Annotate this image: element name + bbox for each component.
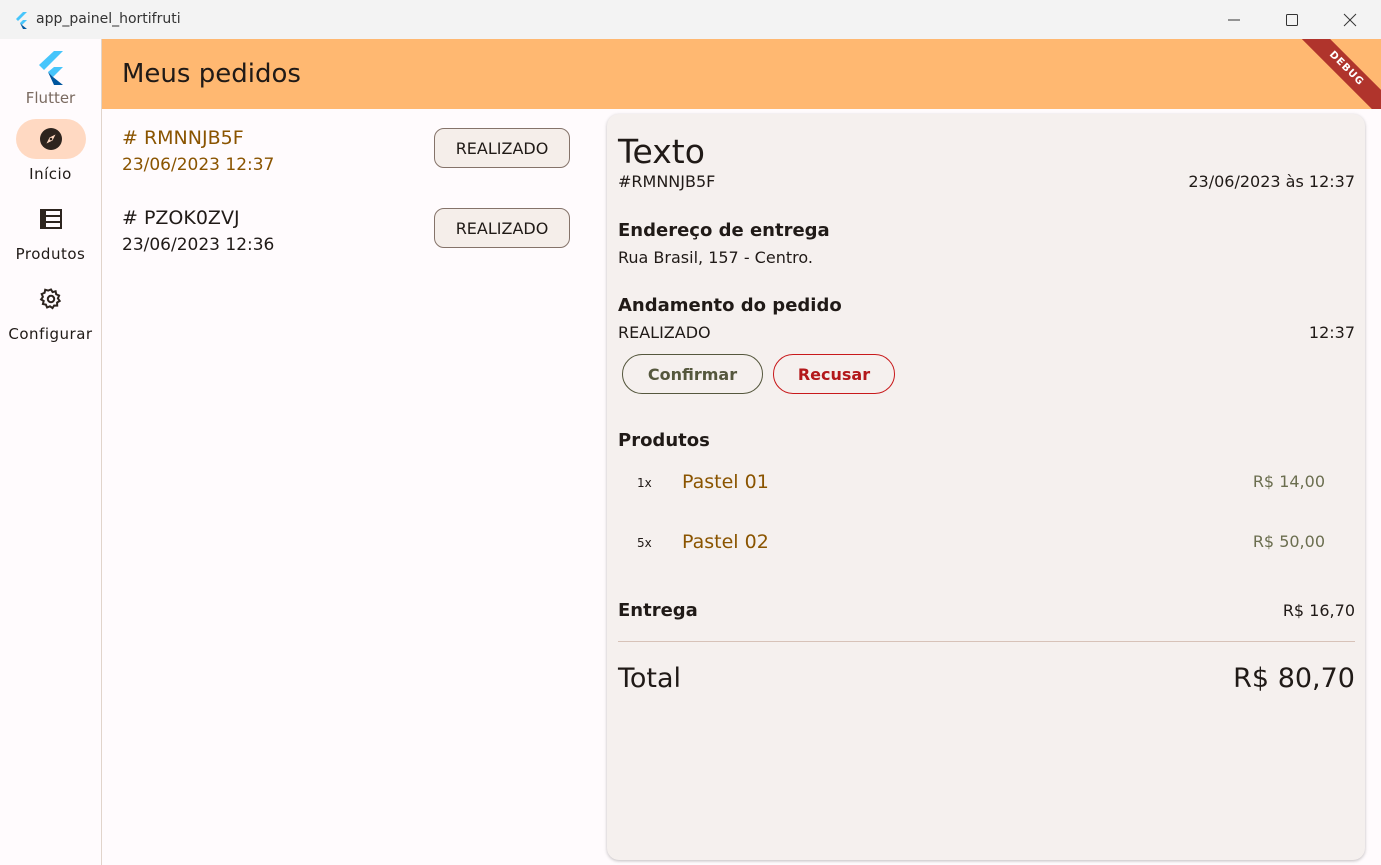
order-date: 23/06/2023 12:37 bbox=[122, 155, 275, 175]
rail-pill[interactable] bbox=[16, 119, 86, 159]
detail-order-code: #RMNNJB5F bbox=[618, 172, 716, 191]
delivery-value: R$ 16,70 bbox=[1282, 601, 1355, 620]
confirm-button[interactable]: Confirmar bbox=[622, 354, 763, 394]
app-bar: Meus pedidos DEBUG bbox=[102, 39, 1381, 109]
maximize-icon bbox=[1286, 13, 1298, 26]
detail-title: Texto bbox=[618, 132, 705, 171]
page-title: Meus pedidos bbox=[122, 59, 301, 89]
progress-time: 12:37 bbox=[1308, 323, 1355, 342]
order-list-item[interactable]: # PZOK0ZVJ 23/06/2023 12:36 REALIZADO bbox=[102, 189, 592, 267]
total-label: Total bbox=[618, 663, 682, 694]
gear-icon bbox=[39, 288, 62, 310]
rail-item-label: Produtos bbox=[15, 245, 86, 263]
product-qty: 1x bbox=[637, 476, 652, 490]
product-price: R$ 50,00 bbox=[1252, 532, 1325, 551]
total-value: R$ 80,70 bbox=[1233, 663, 1355, 694]
rail-pill[interactable] bbox=[16, 199, 86, 239]
navigation-rail: Flutter Início Produtos Configurar bbox=[0, 39, 102, 865]
products-heading: Produtos bbox=[618, 430, 710, 451]
product-name: Pastel 01 bbox=[682, 471, 769, 493]
product-row: 1x Pastel 01 R$ 14,00 bbox=[607, 466, 1365, 506]
address-heading: Endereço de entrega bbox=[618, 220, 830, 241]
product-price: R$ 14,00 bbox=[1252, 472, 1325, 491]
refuse-button[interactable]: Recusar bbox=[773, 354, 895, 394]
minimize-icon bbox=[1228, 19, 1240, 20]
rail-item-inicio[interactable]: Início bbox=[0, 119, 101, 195]
rail-item-produtos[interactable]: Produtos bbox=[0, 199, 101, 275]
product-name: Pastel 02 bbox=[682, 531, 769, 553]
delivery-address: Rua Brasil, 157 - Centro. bbox=[618, 248, 813, 267]
compass-icon bbox=[40, 128, 62, 150]
rail-item-configurar[interactable]: Configurar bbox=[0, 279, 101, 355]
close-button[interactable] bbox=[1327, 0, 1373, 39]
progress-heading: Andamento do pedido bbox=[618, 295, 842, 316]
delivery-label: Entrega bbox=[618, 600, 698, 621]
detail-datetime: 23/06/2023 às 12:37 bbox=[1188, 172, 1355, 191]
order-status-button[interactable]: REALIZADO bbox=[434, 208, 570, 248]
list-icon bbox=[40, 209, 62, 229]
order-detail-card: Texto #RMNNJB5F 23/06/2023 às 12:37 Ende… bbox=[607, 114, 1365, 860]
product-row: 5x Pastel 02 R$ 50,00 bbox=[607, 526, 1365, 566]
order-code: # PZOK0ZVJ bbox=[122, 207, 240, 229]
close-icon bbox=[1343, 13, 1357, 26]
rail-item-label: Configurar bbox=[8, 325, 93, 343]
debug-banner: DEBUG bbox=[1292, 39, 1381, 109]
product-qty: 5x bbox=[637, 536, 652, 550]
divider bbox=[618, 641, 1355, 642]
window-title: app_painel_hortifruti bbox=[36, 11, 181, 27]
rail-item-label: Início bbox=[29, 165, 72, 183]
order-status-button[interactable]: REALIZADO bbox=[434, 128, 570, 168]
maximize-button[interactable] bbox=[1269, 0, 1315, 39]
progress-status: REALIZADO bbox=[618, 323, 711, 342]
flutter-icon bbox=[16, 12, 27, 29]
order-list-item[interactable]: # RMNNJB5F 23/06/2023 12:37 REALIZADO bbox=[102, 109, 592, 187]
order-code: # RMNNJB5F bbox=[122, 127, 244, 149]
minimize-button[interactable] bbox=[1211, 0, 1257, 39]
rail-pill[interactable] bbox=[16, 279, 86, 319]
logo-label: Flutter bbox=[25, 89, 76, 107]
order-date: 23/06/2023 12:36 bbox=[122, 235, 275, 255]
window-titlebar: app_painel_hortifruti bbox=[0, 0, 1381, 39]
flutter-logo-icon bbox=[39, 51, 63, 85]
